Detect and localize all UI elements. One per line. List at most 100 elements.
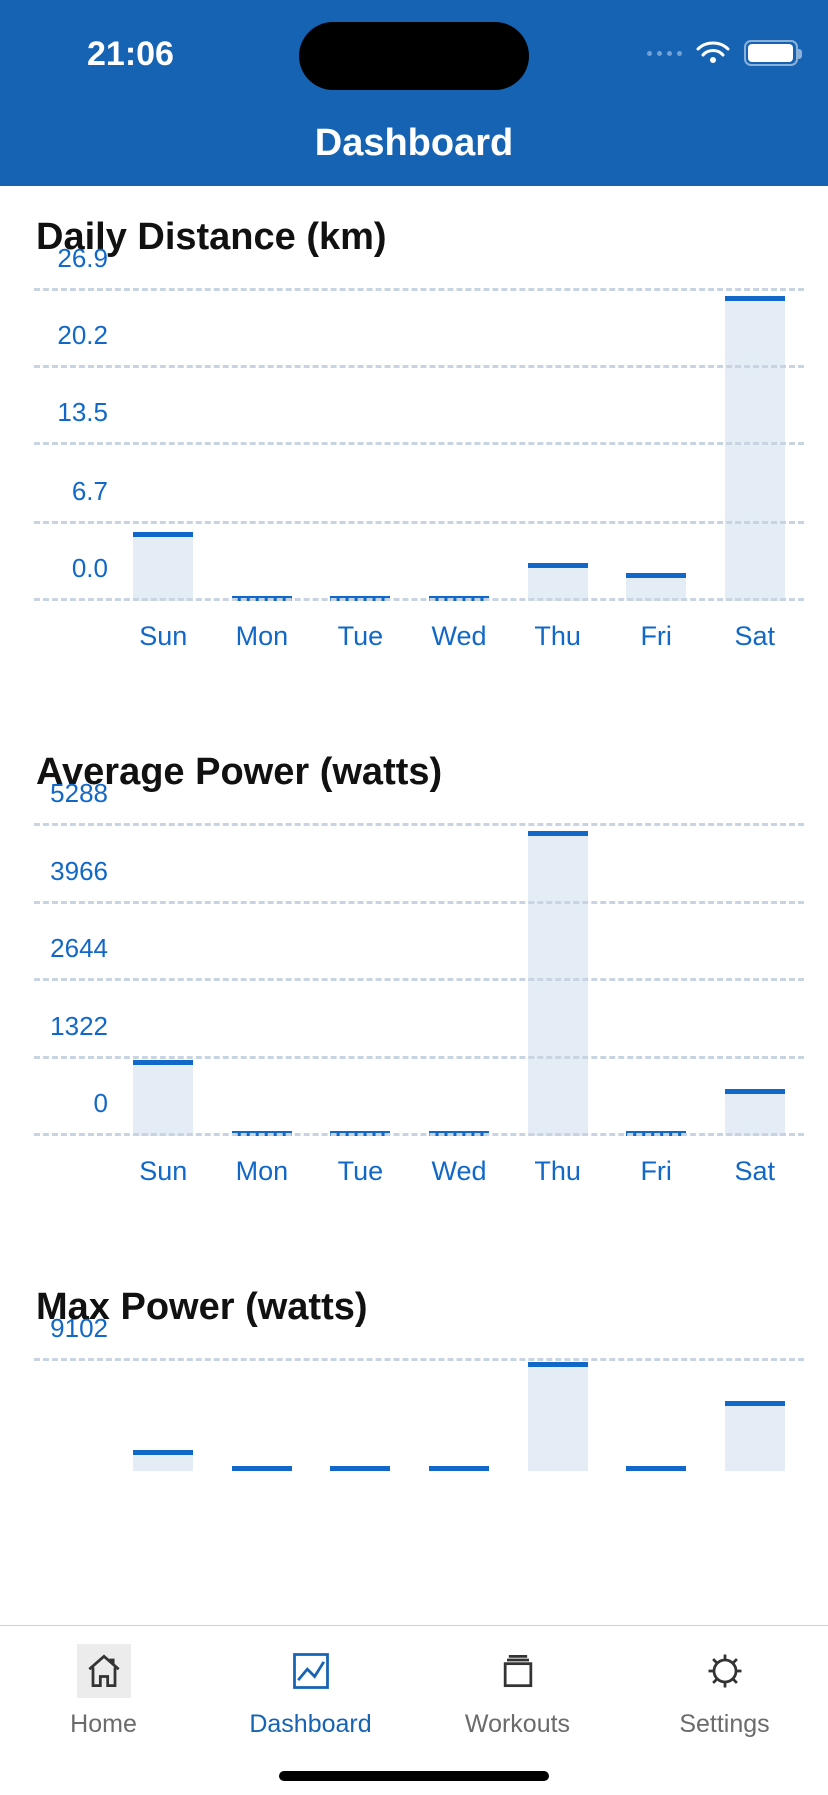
grid-line (34, 1056, 804, 1059)
grid-line (34, 365, 804, 368)
grid-line (34, 521, 804, 524)
home-icon (77, 1644, 131, 1698)
y-tick-label: 26.9 (48, 243, 108, 274)
grid-line (34, 1358, 804, 1361)
y-tick-label: 9102 (48, 1313, 108, 1344)
bar-slot (311, 826, 410, 1136)
x-tick-label: Thu (508, 621, 607, 661)
status-time: 21:06 (87, 35, 174, 74)
x-tick-label: Sun (114, 1156, 213, 1196)
chart-title-avg-power: Average Power (watts) (0, 721, 828, 816)
bar-slot (114, 826, 213, 1136)
grid-line (34, 288, 804, 291)
x-tick-label: Tue (311, 1156, 410, 1196)
grid-line (34, 823, 804, 826)
page-title: Dashboard (315, 122, 513, 165)
x-tick-label: Mon (213, 621, 312, 661)
bar-thu (528, 831, 588, 1136)
tab-home[interactable]: Home (0, 1626, 207, 1795)
bar-slot (213, 291, 312, 601)
tab-settings-label: Settings (679, 1710, 769, 1739)
bar-slot (508, 291, 607, 601)
bar-slot (213, 1361, 312, 1471)
chart-icon (284, 1644, 338, 1698)
y-tick-label: 0.0 (48, 553, 108, 584)
bar-sun (133, 1060, 193, 1136)
grid-line (34, 978, 804, 981)
carrier-dots-icon (647, 51, 682, 56)
bar-slot (508, 826, 607, 1136)
tab-settings[interactable]: Settings (621, 1626, 828, 1795)
bar-wed (429, 1466, 489, 1471)
bar-slot (508, 1361, 607, 1471)
bar-slot (311, 291, 410, 601)
grid-line (34, 598, 804, 601)
y-tick-label: 2644 (48, 933, 108, 964)
bar-slot (705, 1361, 804, 1471)
tab-workouts-label: Workouts (465, 1710, 570, 1739)
bar-slot (114, 291, 213, 601)
gear-icon (698, 1644, 752, 1698)
tab-dashboard-label: Dashboard (249, 1710, 371, 1739)
y-tick-label: 0 (48, 1088, 108, 1119)
x-tick-label: Sat (705, 621, 804, 661)
bar-slot (213, 826, 312, 1136)
bar-tue (330, 1466, 390, 1471)
x-tick-label: Tue (311, 621, 410, 661)
bar-slot (410, 826, 509, 1136)
y-tick-label: 6.7 (48, 476, 108, 507)
battery-icon (744, 40, 798, 66)
y-tick-label: 20.2 (48, 320, 108, 351)
bar-sun (133, 532, 193, 601)
bar-fri (626, 1466, 686, 1471)
chart-average-power: 01322264439665288 SunMonTueWedThuFriSat (14, 816, 814, 1206)
bar-slot (114, 1361, 213, 1471)
y-tick-label: 3966 (48, 855, 108, 886)
bar-slot (607, 1361, 706, 1471)
chart-title-distance: Daily Distance (km) (0, 186, 828, 281)
x-tick-label: Wed (410, 1156, 509, 1196)
bar-mon (232, 1466, 292, 1471)
y-tick-label: 5288 (48, 778, 108, 809)
x-tick-label: Sun (114, 621, 213, 661)
y-tick-label: 1322 (48, 1010, 108, 1041)
bar-sat (725, 296, 785, 601)
bar-slot (705, 826, 804, 1136)
chart-title-max-power: Max Power (watts) (0, 1256, 828, 1351)
tab-home-label: Home (70, 1710, 137, 1739)
grid-line (34, 442, 804, 445)
bar-slot (607, 291, 706, 601)
bar-sat (725, 1089, 785, 1136)
x-tick-label: Sat (705, 1156, 804, 1196)
bar-slot (410, 1361, 509, 1471)
wifi-icon (696, 41, 730, 65)
bar-thu (528, 1362, 588, 1471)
tab-workouts[interactable]: Workouts (414, 1626, 621, 1795)
bar-slot (607, 826, 706, 1136)
chart-max-power: 9102 (14, 1351, 814, 1471)
x-tick-label: Thu (508, 1156, 607, 1196)
workouts-icon (491, 1644, 545, 1698)
y-tick-label: 13.5 (48, 397, 108, 428)
status-right (647, 40, 798, 66)
bar-thu (528, 563, 588, 601)
x-tick-label: Mon (213, 1156, 312, 1196)
bar-slot (410, 291, 509, 601)
page-header: Dashboard (0, 100, 828, 186)
tab-dashboard[interactable]: Dashboard (207, 1626, 414, 1795)
bar-slot (311, 1361, 410, 1471)
bar-fri (626, 573, 686, 601)
bar-sun (133, 1450, 193, 1471)
grid-line (34, 1133, 804, 1136)
x-tick-label: Wed (410, 621, 509, 661)
bar-sat (725, 1401, 785, 1471)
bar-slot (705, 291, 804, 601)
device-notch (299, 22, 529, 90)
x-tick-label: Fri (607, 1156, 706, 1196)
dashboard-content: Daily Distance (km) 0.0 6.7 13.5 20.2 26.9 S… (0, 186, 828, 1471)
tab-bar: Home Dashboard Workouts Settings (0, 1625, 828, 1795)
grid-line (34, 901, 804, 904)
status-bar: 21:06 (0, 0, 828, 100)
chart-daily-distance: 0.06.713.520.226.9 SunMonTueWedThuFriSat (14, 281, 814, 671)
home-indicator (279, 1771, 549, 1781)
